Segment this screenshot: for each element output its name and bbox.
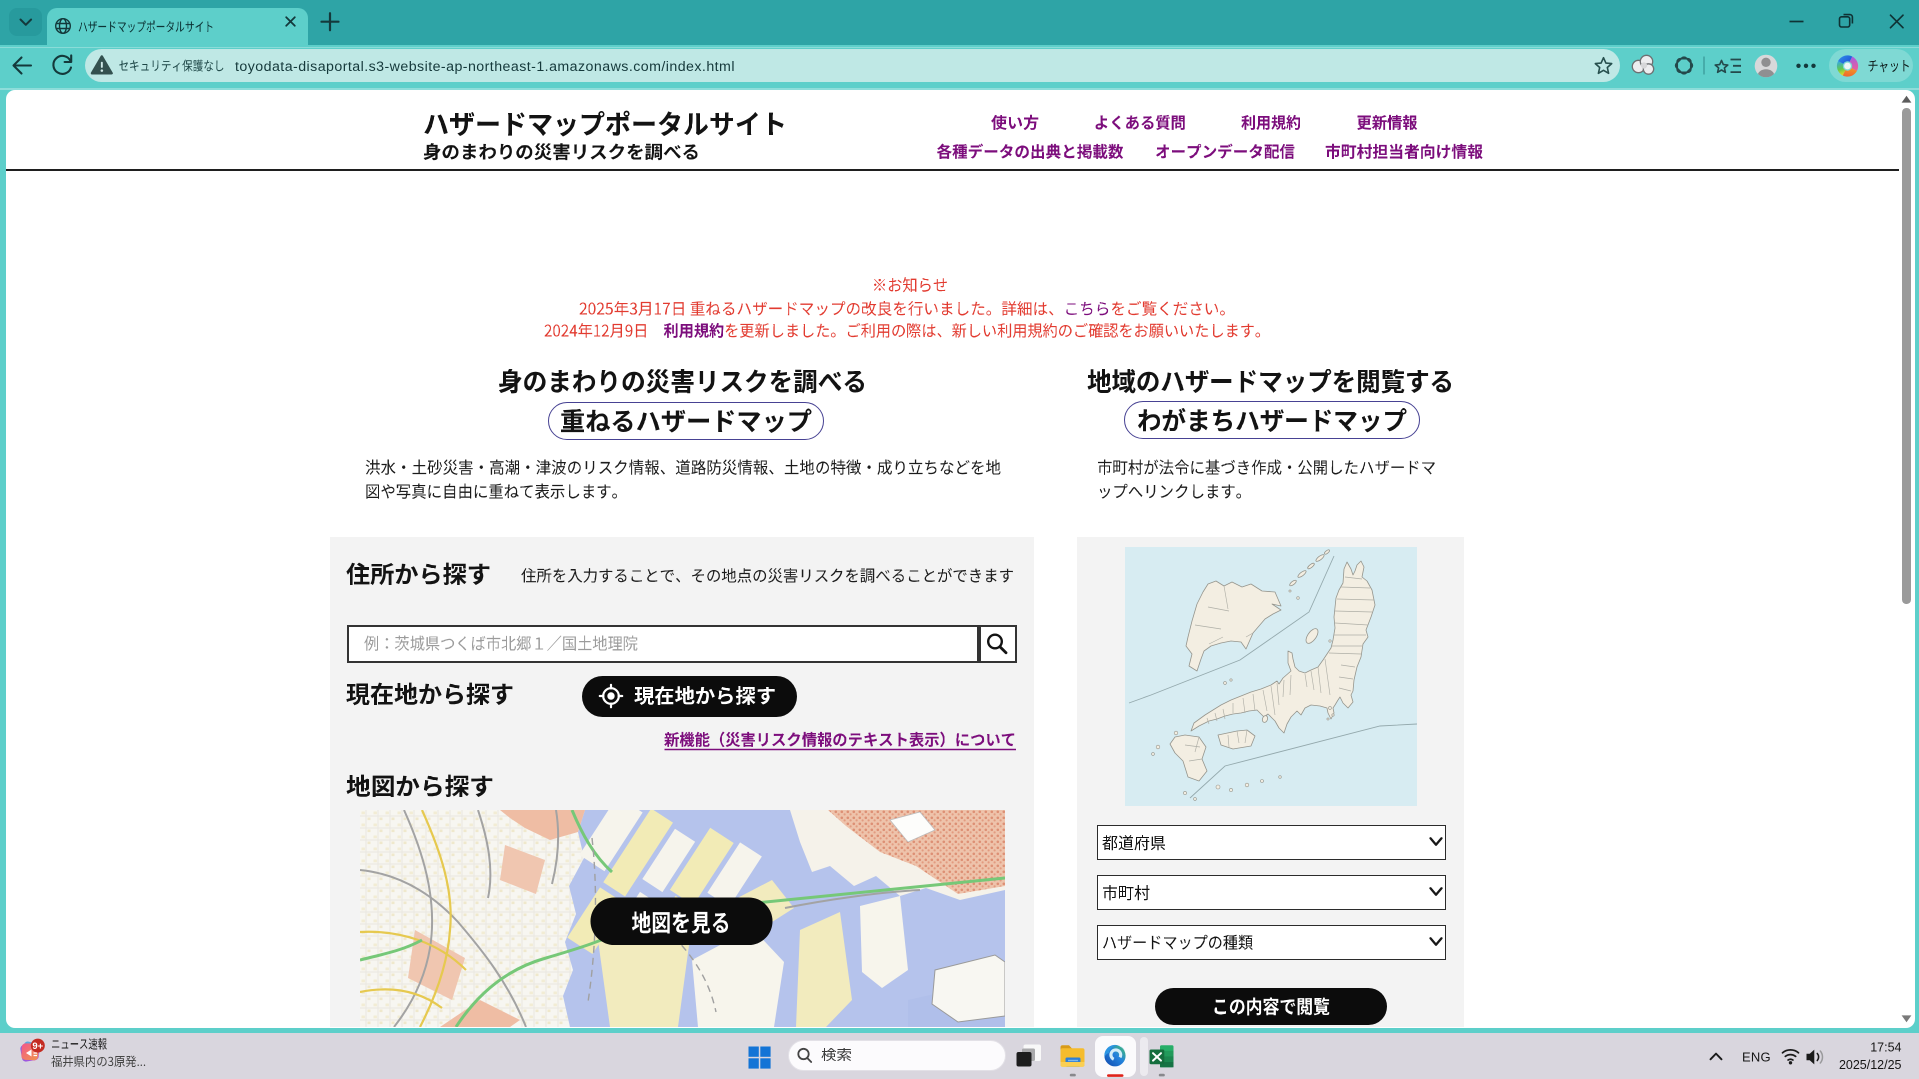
svg-text:ENG: ENG — [1742, 1050, 1771, 1065]
svg-text:2025/12/25: 2025/12/25 — [1839, 1058, 1902, 1072]
svg-text:9+: 9+ — [32, 1041, 43, 1052]
svg-text:toyodata-disaportal.s3-website: toyodata-disaportal.s3-website-ap-northe… — [235, 59, 735, 75]
svg-text:17:54: 17:54 — [1870, 1041, 1901, 1055]
